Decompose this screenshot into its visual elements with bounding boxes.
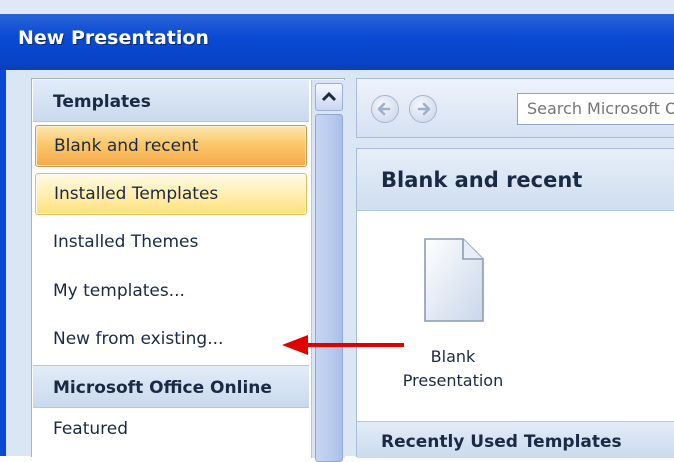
nav-item-label: Installed Templates: [54, 184, 219, 204]
scroll-thumb[interactable]: [315, 114, 343, 462]
panel-title: Blank and recent: [381, 168, 583, 192]
templates-header: Templates: [33, 80, 309, 122]
nav-item-new-from-existing[interactable]: New from existing...: [35, 319, 305, 359]
recent-templates-label: Recently Used Templates: [381, 432, 622, 452]
search-box[interactable]: [517, 93, 674, 125]
window-title: New Presentation: [18, 27, 209, 49]
templates-main-panel: Blank and recent Blank Presentation Rece…: [356, 148, 674, 458]
browse-toolbar: [356, 78, 674, 138]
nav-item-installed-themes[interactable]: Installed Themes: [35, 222, 305, 262]
blank-label-line2: Presentation: [402, 371, 504, 390]
templates-nav-pane: Templates Blank and recent Installed Tem…: [31, 78, 345, 462]
nav-scrollbar[interactable]: [311, 80, 345, 462]
nav-item-my-templates[interactable]: My templates...: [35, 271, 305, 311]
nav-item-label: New from existing...: [53, 329, 224, 349]
nav-item-label: Blank and recent: [54, 136, 199, 156]
blank-presentation-icon[interactable]: [423, 237, 485, 323]
recent-templates-header: Recently Used Templates: [357, 421, 674, 458]
nav-item-blank-and-recent[interactable]: Blank and recent: [35, 125, 307, 167]
search-input[interactable]: [518, 94, 674, 122]
nav-item-label: Featured: [53, 419, 129, 439]
arrow-left-icon: [377, 102, 391, 116]
back-button[interactable]: [371, 95, 399, 123]
nav-item-installed-templates[interactable]: Installed Templates: [35, 173, 307, 215]
new-presentation-dialog: New Presentation Templates Blank and rec…: [0, 0, 674, 462]
office-online-header-label: Microsoft Office Online: [53, 378, 272, 398]
chevron-up-icon: [321, 91, 337, 102]
title-bar[interactable]: New Presentation: [0, 14, 674, 66]
office-online-header: Microsoft Office Online: [33, 365, 309, 408]
arrow-right-icon: [417, 102, 431, 116]
red-arrow-annotation: [282, 335, 404, 355]
scroll-up-button[interactable]: [315, 83, 343, 111]
templates-header-label: Templates: [53, 92, 151, 112]
nav-item-featured[interactable]: Featured: [35, 409, 305, 449]
panel-header: Blank and recent: [357, 149, 674, 211]
nav-item-label: Installed Themes: [53, 232, 199, 252]
forward-button[interactable]: [409, 95, 437, 123]
nav-item-label: My templates...: [53, 281, 185, 301]
